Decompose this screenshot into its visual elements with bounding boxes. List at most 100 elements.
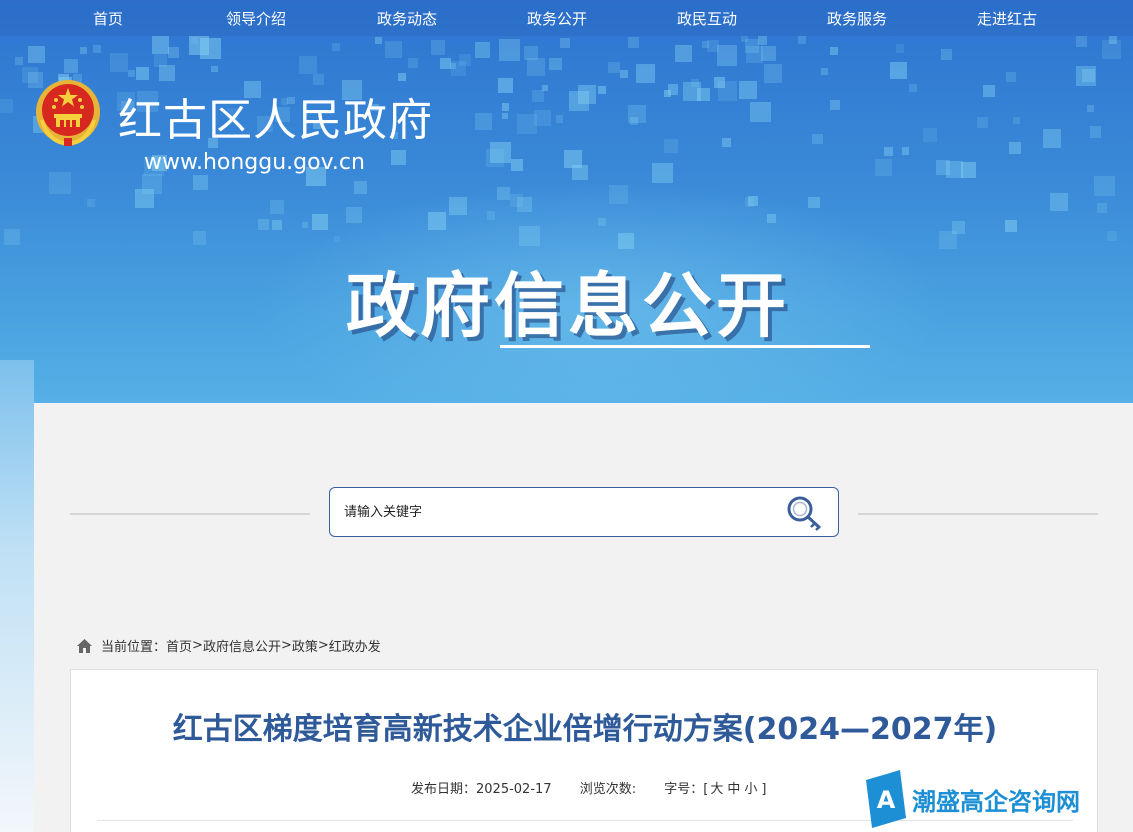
banner-square [1094,175,1116,197]
banner-square [0,99,14,113]
banner-square [664,139,679,153]
site-url: www.honggu.gov.cn [144,150,365,175]
banner-square [135,66,149,80]
banner-square [27,46,45,64]
banner-square [636,64,656,84]
search-input[interactable] [344,500,764,524]
breadcrumb-separator: > [280,638,292,653]
banner-square [961,162,977,178]
banner-square [87,199,95,207]
banner-square [717,81,738,101]
banner-square [608,61,620,74]
font-size-small[interactable]: 小 [744,782,757,797]
site-title: 红古区人民政府 [118,95,433,146]
banner-square [702,40,710,49]
banner-square [408,57,419,68]
nav-item-services[interactable]: 政务服务 [827,8,887,29]
banner-square [761,46,777,62]
banner-square [398,73,406,81]
banner-square [572,164,588,180]
banner-square [302,222,309,229]
banner-square [519,225,540,246]
banner-square [502,112,509,119]
banner-square [821,68,828,75]
view-count-label: 浏览次数: [579,782,637,797]
banner-square [652,162,673,184]
banner-title: 政府信息公开 [346,265,790,347]
main-content: 当前位置： 首页 > 政府信息公开 > 政策 > 红政办发 红古区梯度培育高新技… [34,403,1133,832]
banner-square [270,200,284,214]
banner-square [127,69,136,78]
banner-square [1006,72,1017,83]
banner-square [1013,117,1021,125]
banner-square [430,40,446,55]
nav-item-about[interactable]: 走进红古 [977,8,1037,29]
banner-square [485,149,505,168]
banner-square [1076,36,1088,48]
banner-square [498,39,521,61]
banner-square [79,46,88,55]
watermark: A 潮盛高企咨询网 [866,770,1080,828]
banner-square [883,147,894,157]
banner-square [312,214,329,231]
banner-square [598,86,607,95]
banner-square [64,58,79,73]
banner-square [509,194,523,208]
banner-square [1009,141,1021,154]
nav-item-home[interactable]: 首页 [93,8,123,29]
banner-square [168,47,179,58]
breadcrumb-document-series[interactable]: 红政办发 [329,636,381,655]
nav-item-leaders[interactable]: 领导介绍 [226,8,286,29]
banner-square [763,64,783,84]
banner-square [1004,219,1017,232]
banner-square [374,36,382,44]
national-emblem-icon[interactable] [34,76,102,148]
banner-square [211,65,218,73]
header-banner: 首页 领导介绍 政务动态 政务公开 政民互动 政务服务 走进红古 红古区人民政府… [0,0,1133,403]
svg-text:A: A [877,786,896,814]
breadcrumb-home[interactable]: 首页 [166,636,192,655]
banner-square [555,115,564,124]
banner-square [474,112,492,130]
nav-item-news[interactable]: 政务动态 [377,8,437,29]
nav-item-interaction[interactable]: 政民互动 [677,8,737,29]
font-size-large[interactable]: 大 [710,782,723,797]
banner-square [486,211,496,220]
banner-square [608,184,629,205]
banner-square [674,44,692,62]
breadcrumb-disclosure[interactable]: 政府信息公开 [203,636,281,655]
banner-square [798,36,807,45]
banner-square [750,101,771,123]
banner-square [502,103,510,111]
banner-square [346,207,362,223]
banner-square [766,213,776,223]
search-divider-left [70,513,310,515]
banner-square [333,235,340,242]
search-box [329,487,839,537]
watermark-logo-icon: A [866,770,906,828]
banner-square [946,161,964,179]
banner-square [598,218,606,226]
banner-square [331,43,340,51]
nav-item-disclosure[interactable]: 政务公开 [527,8,587,29]
banner-square [874,158,892,176]
search-divider-right [858,513,1098,515]
banner-square [830,46,839,55]
banner-square [909,84,917,92]
font-size-medium[interactable]: 中 [727,782,740,797]
banner-square [627,105,647,124]
banner-square [922,127,938,143]
banner-square [716,45,738,66]
banner-square [890,61,907,79]
search-key-icon[interactable] [784,494,824,532]
publish-date: 发布日期：2025-02-17 [411,782,552,797]
banner-square [15,57,24,66]
banner-square [1087,105,1094,112]
article-meta: 发布日期：2025-02-17 浏览次数: 字号：[大中小] [411,778,770,797]
banner-square [741,36,748,43]
banner-square [577,84,597,104]
breadcrumb-separator: > [192,638,203,653]
breadcrumb-policy[interactable]: 政策 [292,636,318,655]
banner-square [109,52,129,72]
banner-square [135,188,155,208]
